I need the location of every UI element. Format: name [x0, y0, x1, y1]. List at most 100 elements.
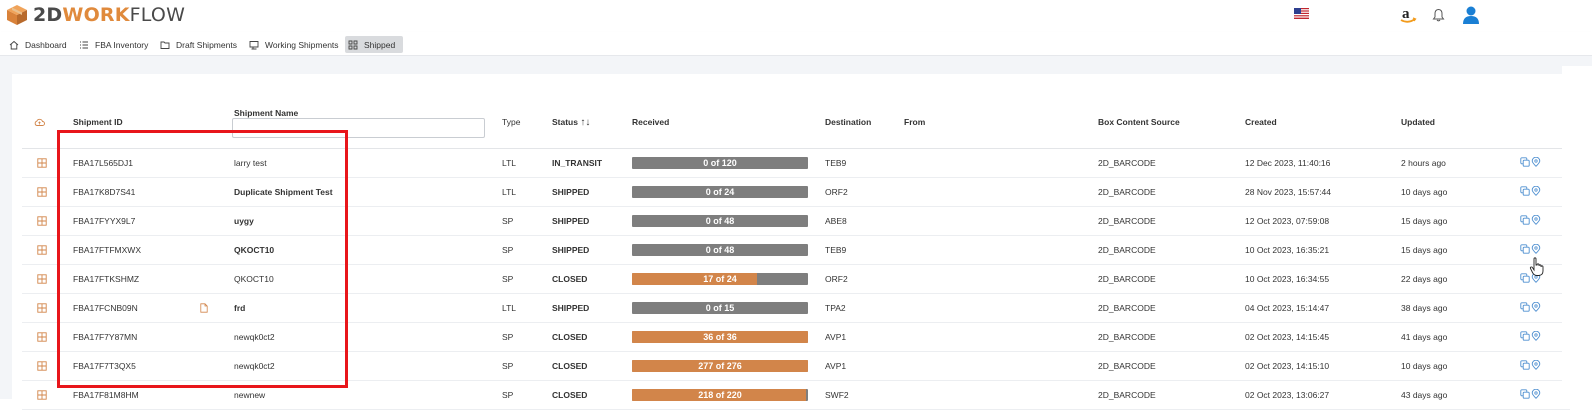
box-icon[interactable]: [37, 332, 47, 342]
amazon-icon[interactable]: a: [1399, 5, 1417, 25]
created-date: 02 Oct 2023, 14:15:45: [1245, 332, 1330, 342]
box-icon[interactable]: [37, 158, 47, 168]
received-progress-bar: 0 of 48: [632, 244, 808, 256]
created-date: 28 Nov 2023, 15:57:44: [1245, 187, 1332, 197]
hand-cursor-icon: [1529, 257, 1544, 276]
created-date: 12 Oct 2023, 07:59:08: [1245, 216, 1330, 226]
home-icon: [9, 40, 19, 49]
right-gutter: [1562, 66, 1592, 399]
col-created[interactable]: Created: [1245, 117, 1277, 127]
received-progress-label: 277 of 276: [698, 361, 742, 371]
created-date: 04 Oct 2023, 15:14:47: [1245, 303, 1330, 313]
destination: AVP1: [825, 332, 847, 342]
location-pin-icon[interactable]: [1531, 244, 1541, 254]
received-progress-bar: 17 of 24: [632, 273, 808, 285]
location-pin-icon[interactable]: [1531, 360, 1541, 370]
received-progress-bar: 0 of 15: [632, 302, 808, 314]
received-progress-label: 0 of 15: [705, 303, 735, 313]
updated-time: 2 hours ago: [1401, 158, 1446, 168]
box-content-source: 2D_BARCODE: [1098, 187, 1156, 197]
nav-bar: Dashboard FBA Inventory Draft Shipments …: [0, 32, 1592, 56]
received-progress-bar: 218 of 220: [632, 389, 808, 401]
col-received[interactable]: Received: [632, 117, 669, 127]
created-date: 10 Oct 2023, 16:35:21: [1245, 245, 1330, 255]
svg-text:a: a: [1402, 6, 1410, 22]
col-destination[interactable]: Destination: [825, 117, 871, 127]
box-icon[interactable]: [37, 274, 47, 284]
box-content-source: 2D_BARCODE: [1098, 216, 1156, 226]
bell-icon[interactable]: [1432, 8, 1445, 22]
copy-icon[interactable]: [1520, 360, 1530, 370]
destination: AVP1: [825, 361, 847, 371]
shipment-type: LTL: [502, 158, 517, 168]
nav-fba-inventory-label: FBA Inventory: [95, 39, 149, 50]
box-content-source: 2D_BARCODE: [1098, 158, 1156, 168]
updated-time: 41 days ago: [1401, 332, 1448, 342]
status-badge: SHIPPED: [552, 303, 590, 313]
nav-draft-shipments-label: Draft Shipments: [176, 39, 237, 50]
box-content-source: 2D_BARCODE: [1098, 274, 1156, 284]
destination: ORF2: [825, 274, 848, 284]
col-shipment-id[interactable]: Shipment ID: [73, 117, 123, 127]
shipment-type: LTL: [502, 187, 517, 197]
col-type[interactable]: Type: [502, 117, 520, 127]
user-icon[interactable]: [1462, 5, 1480, 25]
box-icon[interactable]: [37, 303, 47, 313]
highlight-box: [57, 130, 348, 388]
nav-dashboard[interactable]: Dashboard: [6, 36, 70, 53]
received-progress-label: 218 of 220: [698, 390, 742, 400]
copy-icon[interactable]: [1520, 157, 1530, 167]
app-brand: 2DWORKFLOW: [33, 4, 185, 26]
copy-icon[interactable]: [1520, 302, 1530, 312]
col-status[interactable]: Status ↑↓: [552, 117, 590, 128]
box-icon[interactable]: [37, 361, 47, 371]
col-updated[interactable]: Updated: [1401, 117, 1435, 127]
updated-time: 15 days ago: [1401, 245, 1448, 255]
created-date: 02 Oct 2023, 14:15:10: [1245, 361, 1330, 371]
status-badge: SHIPPED: [552, 216, 590, 226]
box-icon[interactable]: [37, 245, 47, 255]
received-progress-label: 0 of 120: [703, 158, 737, 168]
box-icon[interactable]: [37, 216, 47, 226]
box-content-source: 2D_BARCODE: [1098, 245, 1156, 255]
location-pin-icon[interactable]: [1531, 389, 1541, 399]
shipment-type: SP: [502, 245, 514, 255]
location-pin-icon[interactable]: [1531, 215, 1541, 225]
location-pin-icon[interactable]: [1531, 157, 1541, 167]
nav-fba-inventory[interactable]: FBA Inventory: [76, 36, 151, 53]
grid-icon: [348, 40, 358, 49]
location-pin-icon[interactable]: [1531, 186, 1541, 196]
location-pin-icon[interactable]: [1531, 302, 1541, 312]
destination: ABE8: [825, 216, 847, 226]
nav-shipped[interactable]: Shipped: [345, 36, 403, 53]
us-flag-icon[interactable]: [1294, 8, 1309, 19]
destination: ORF2: [825, 187, 848, 197]
shipment-type: LTL: [502, 303, 517, 313]
brand-part-1: 2D: [33, 4, 63, 26]
nav-working-shipments[interactable]: Working Shipments: [246, 36, 342, 53]
status-badge: IN_TRANSIT: [552, 158, 603, 168]
brand-part-3: FLOW: [129, 4, 186, 26]
col-status-label: Status: [552, 117, 578, 127]
received-progress-label: 0 of 48: [705, 245, 735, 255]
col-from[interactable]: From: [904, 117, 925, 127]
box-icon[interactable]: [37, 187, 47, 197]
copy-icon[interactable]: [1520, 215, 1530, 225]
copy-icon[interactable]: [1520, 244, 1530, 254]
copy-icon[interactable]: [1520, 389, 1530, 399]
updated-time: 10 days ago: [1401, 187, 1448, 197]
nav-dashboard-label: Dashboard: [25, 39, 67, 50]
sort-icon[interactable]: ↑↓: [580, 117, 590, 128]
nav-draft-shipments[interactable]: Draft Shipments: [157, 36, 240, 53]
brand-part-2: WORK: [62, 4, 130, 26]
col-box-content-source[interactable]: Box Content Source: [1098, 117, 1180, 127]
box-content-source: 2D_BARCODE: [1098, 332, 1156, 342]
cloud-upload-icon[interactable]: [34, 118, 45, 127]
col-shipment-name[interactable]: Shipment Name: [234, 108, 298, 118]
destination: TEB9: [825, 245, 847, 255]
nav-shipped-label: Shipped: [364, 39, 396, 50]
location-pin-icon[interactable]: [1531, 331, 1541, 341]
app-logo[interactable]: 2DWORKFLOW: [6, 4, 185, 26]
copy-icon[interactable]: [1520, 186, 1530, 196]
copy-icon[interactable]: [1520, 331, 1530, 341]
